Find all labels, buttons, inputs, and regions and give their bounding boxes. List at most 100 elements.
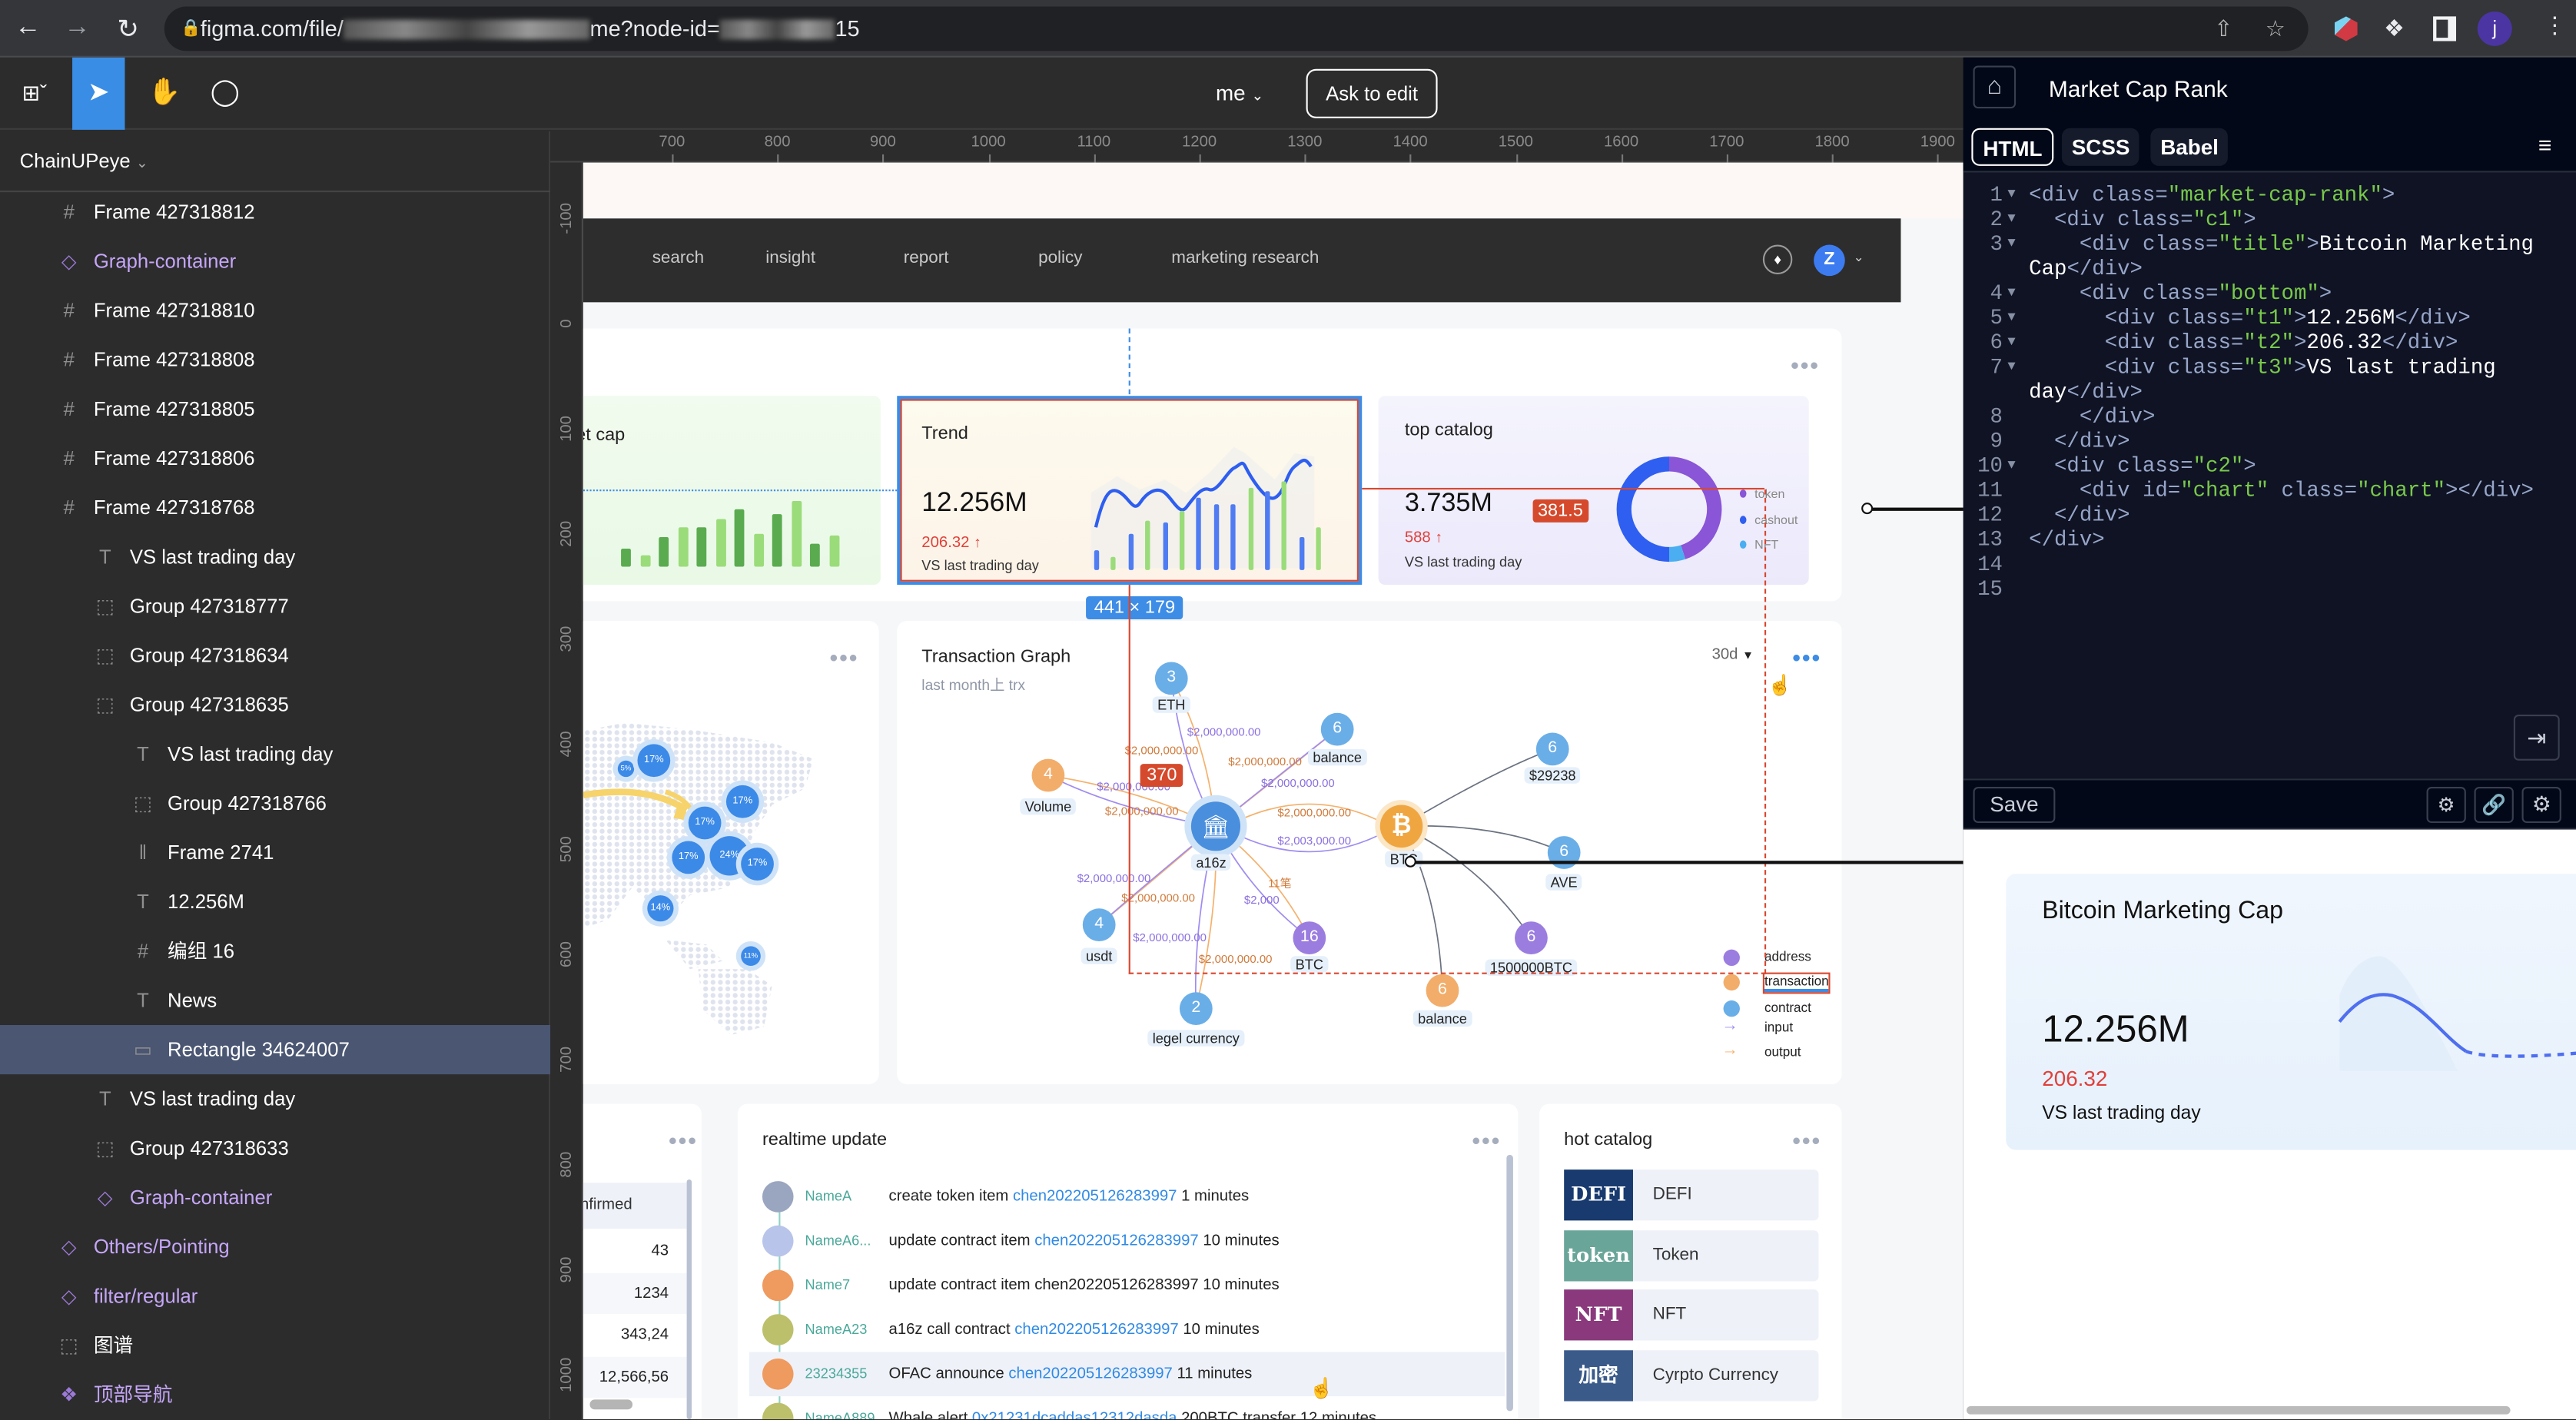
home-icon[interactable]: ⌂: [1973, 65, 2017, 109]
forward-icon[interactable]: →: [61, 13, 94, 42]
nav-item-marketing-research[interactable]: marketing research: [1171, 248, 1319, 268]
collapse-panel-icon[interactable]: ⇥: [2513, 714, 2560, 761]
nav-item-policy[interactable]: policy: [1038, 248, 1082, 268]
layer-item[interactable]: T 12.256M: [0, 878, 550, 927]
legend-label-input[interactable]: input: [1764, 1020, 1793, 1035]
layer-item[interactable]: # Frame 427318812: [0, 187, 550, 237]
sidebar-icon[interactable]: [2433, 16, 2457, 41]
hot-catalog-item[interactable]: token Token: [1564, 1229, 1819, 1281]
layer-item[interactable]: T VS last trading day: [0, 532, 550, 582]
realtime-row[interactable]: 23234355 OFAC announce chen20220512628399…: [749, 1352, 1505, 1397]
link-icon[interactable]: 🔗: [2474, 787, 2514, 824]
legend-label-address[interactable]: address: [1764, 950, 1811, 964]
realtime-row[interactable]: Name7 update contract item chen2022051262…: [749, 1263, 1505, 1308]
project-switcher[interactable]: ChainUPeye ⌄: [20, 150, 148, 173]
legend-label-transaction[interactable]: transaction: [1762, 972, 1831, 994]
layer-item[interactable]: T News: [0, 976, 550, 1025]
realtime-name[interactable]: NameA: [805, 1175, 852, 1219]
realtime-row[interactable]: NameA23 a16z call contract chen2022051262…: [749, 1308, 1505, 1352]
realtime-name[interactable]: NameA889: [805, 1396, 875, 1419]
layer-item[interactable]: # Frame 427318810: [0, 286, 550, 335]
realtime-name[interactable]: 23234355: [805, 1352, 868, 1396]
layer-item[interactable]: ◇ Graph-container: [0, 1173, 550, 1222]
fold-arrow-icon[interactable]: ▼: [2007, 182, 2015, 207]
list-scrollbar[interactable]: [1506, 1154, 1513, 1412]
hand-tool-icon[interactable]: ✋: [138, 58, 191, 130]
extension-cube-icon[interactable]: [2334, 16, 2358, 41]
settings-gear-icon[interactable]: ⚙: [2521, 787, 2561, 824]
design-canvas[interactable]: ♦ Z ⌄ ••• Market cap Trend 12.256M 206.3…: [583, 162, 1964, 1420]
layer-item[interactable]: T VS last trading day: [0, 729, 550, 778]
layer-item[interactable]: # Frame 427318768: [0, 483, 550, 532]
more-icon[interactable]: ⋮: [2543, 12, 2566, 39]
comment-tool-icon[interactable]: ◯: [199, 58, 251, 130]
layer-item[interactable]: # Frame 427318805: [0, 384, 550, 433]
table-row[interactable]: [583, 1230, 687, 1272]
user-menu[interactable]: me ⌄: [1216, 81, 1263, 105]
address-bar[interactable]: 🔒 figma.com/file/me?node-id= 15 ⇧ ☆: [164, 6, 2309, 51]
layer-item[interactable]: ⬚ Group 427318766: [0, 778, 550, 828]
legend-label-contract[interactable]: contract: [1764, 1000, 1811, 1015]
connector-handle[interactable]: [1861, 503, 1874, 515]
realtime-row[interactable]: NameA create token item chen2022051262839…: [749, 1175, 1505, 1219]
debug-bug-icon[interactable]: ⚙: [2426, 787, 2466, 824]
figma-menu-icon[interactable]: ⊞ˇ: [7, 58, 63, 130]
more-icon[interactable]: •••: [1792, 1127, 1821, 1153]
layer-item[interactable]: ⬚ 图谱: [0, 1321, 550, 1370]
graph-node[interactable]: 16: [1293, 921, 1326, 955]
share-icon[interactable]: ⇧: [2214, 7, 2232, 51]
layer-item[interactable]: ◇ filter/regular: [0, 1272, 550, 1321]
reload-icon[interactable]: ↻: [111, 13, 144, 46]
bank-icon[interactable]: 🏛: [1190, 801, 1241, 851]
graph-node[interactable]: 6: [1535, 732, 1569, 766]
graph-node[interactable]: 4: [1082, 908, 1116, 941]
hot-catalog-item[interactable]: NFT NFT: [1564, 1290, 1819, 1342]
fold-arrow-icon[interactable]: ▼: [2007, 330, 2015, 355]
realtime-link[interactable]: chen202205126283997: [1013, 1188, 1177, 1206]
connector-handle[interactable]: [1404, 855, 1416, 868]
fold-arrow-icon[interactable]: ▼: [2007, 306, 2015, 330]
layer-item[interactable]: ⬚ Group 427318635: [0, 680, 550, 729]
layer-item[interactable]: ❖ 顶部导航: [0, 1370, 550, 1419]
profile-avatar[interactable]: j: [2477, 11, 2512, 46]
more-icon[interactable]: •••: [669, 1127, 698, 1153]
star-icon[interactable]: ☆: [2266, 7, 2286, 51]
realtime-name[interactable]: NameA6...: [805, 1219, 871, 1263]
graph-node[interactable]: 6: [1320, 712, 1354, 746]
code-editor[interactable]: 1 ▼ <div class="market-cap-rank"> 2 ▼ <div c…: [1964, 182, 2576, 601]
fold-arrow-icon[interactable]: ▼: [2007, 453, 2015, 478]
ask-to-edit-button[interactable]: Ask to edit: [1306, 68, 1438, 118]
table-scrollbar[interactable]: [686, 1179, 692, 1420]
tab-scss[interactable]: SCSS: [2061, 128, 2140, 166]
more-icon[interactable]: •••: [1472, 1127, 1501, 1153]
layer-item[interactable]: # Frame 427318808: [0, 335, 550, 384]
fold-arrow-icon[interactable]: ▼: [2007, 355, 2015, 380]
nav-item-insight[interactable]: insight: [765, 248, 815, 268]
hot-catalog-item[interactable]: DEFI DEFI: [1564, 1170, 1819, 1221]
layer-item[interactable]: ⬚ Group 427318777: [0, 582, 550, 631]
realtime-link[interactable]: chen202205126283997: [1008, 1365, 1172, 1384]
fold-arrow-icon[interactable]: ▼: [2007, 281, 2015, 306]
menu-icon[interactable]: ≡: [2538, 131, 2551, 158]
layer-item[interactable]: ◇ Graph-container: [0, 237, 550, 286]
tab-babel[interactable]: Babel: [2150, 128, 2229, 166]
graph-node[interactable]: 6: [1426, 974, 1459, 1007]
realtime-row[interactable]: NameA6... update contract item chen202205…: [749, 1219, 1505, 1263]
realtime-link[interactable]: chen202205126283997: [1014, 1321, 1178, 1339]
table-hscrollbar[interactable]: [589, 1399, 633, 1410]
layer-item[interactable]: ◇ Others/Pointing: [0, 1223, 550, 1272]
tab-html[interactable]: HTML: [1971, 128, 2054, 166]
layer-item[interactable]: T VS last trading day: [0, 1074, 550, 1123]
layer-item[interactable]: ⬚ Group 427318633: [0, 1123, 550, 1173]
puzzle-icon[interactable]: ❖: [2384, 15, 2405, 42]
nav-item-search[interactable]: search: [652, 248, 704, 268]
layer-item[interactable]: ⬚ Group 427318634: [0, 631, 550, 680]
save-button[interactable]: Save: [1973, 787, 2056, 824]
realtime-name[interactable]: Name7: [805, 1263, 851, 1308]
back-icon[interactable]: ←: [12, 13, 45, 42]
realtime-link[interactable]: 0x21231dcaddas12312dasda: [972, 1409, 1177, 1419]
hot-catalog-item[interactable]: 加密 Cyrpto Currency: [1564, 1350, 1819, 1402]
graph-node[interactable]: 4: [1031, 758, 1065, 792]
bitcoin-icon[interactable]: ₿: [1379, 805, 1423, 848]
layer-item[interactable]: ▭ Rectangle 34624007: [0, 1024, 551, 1075]
